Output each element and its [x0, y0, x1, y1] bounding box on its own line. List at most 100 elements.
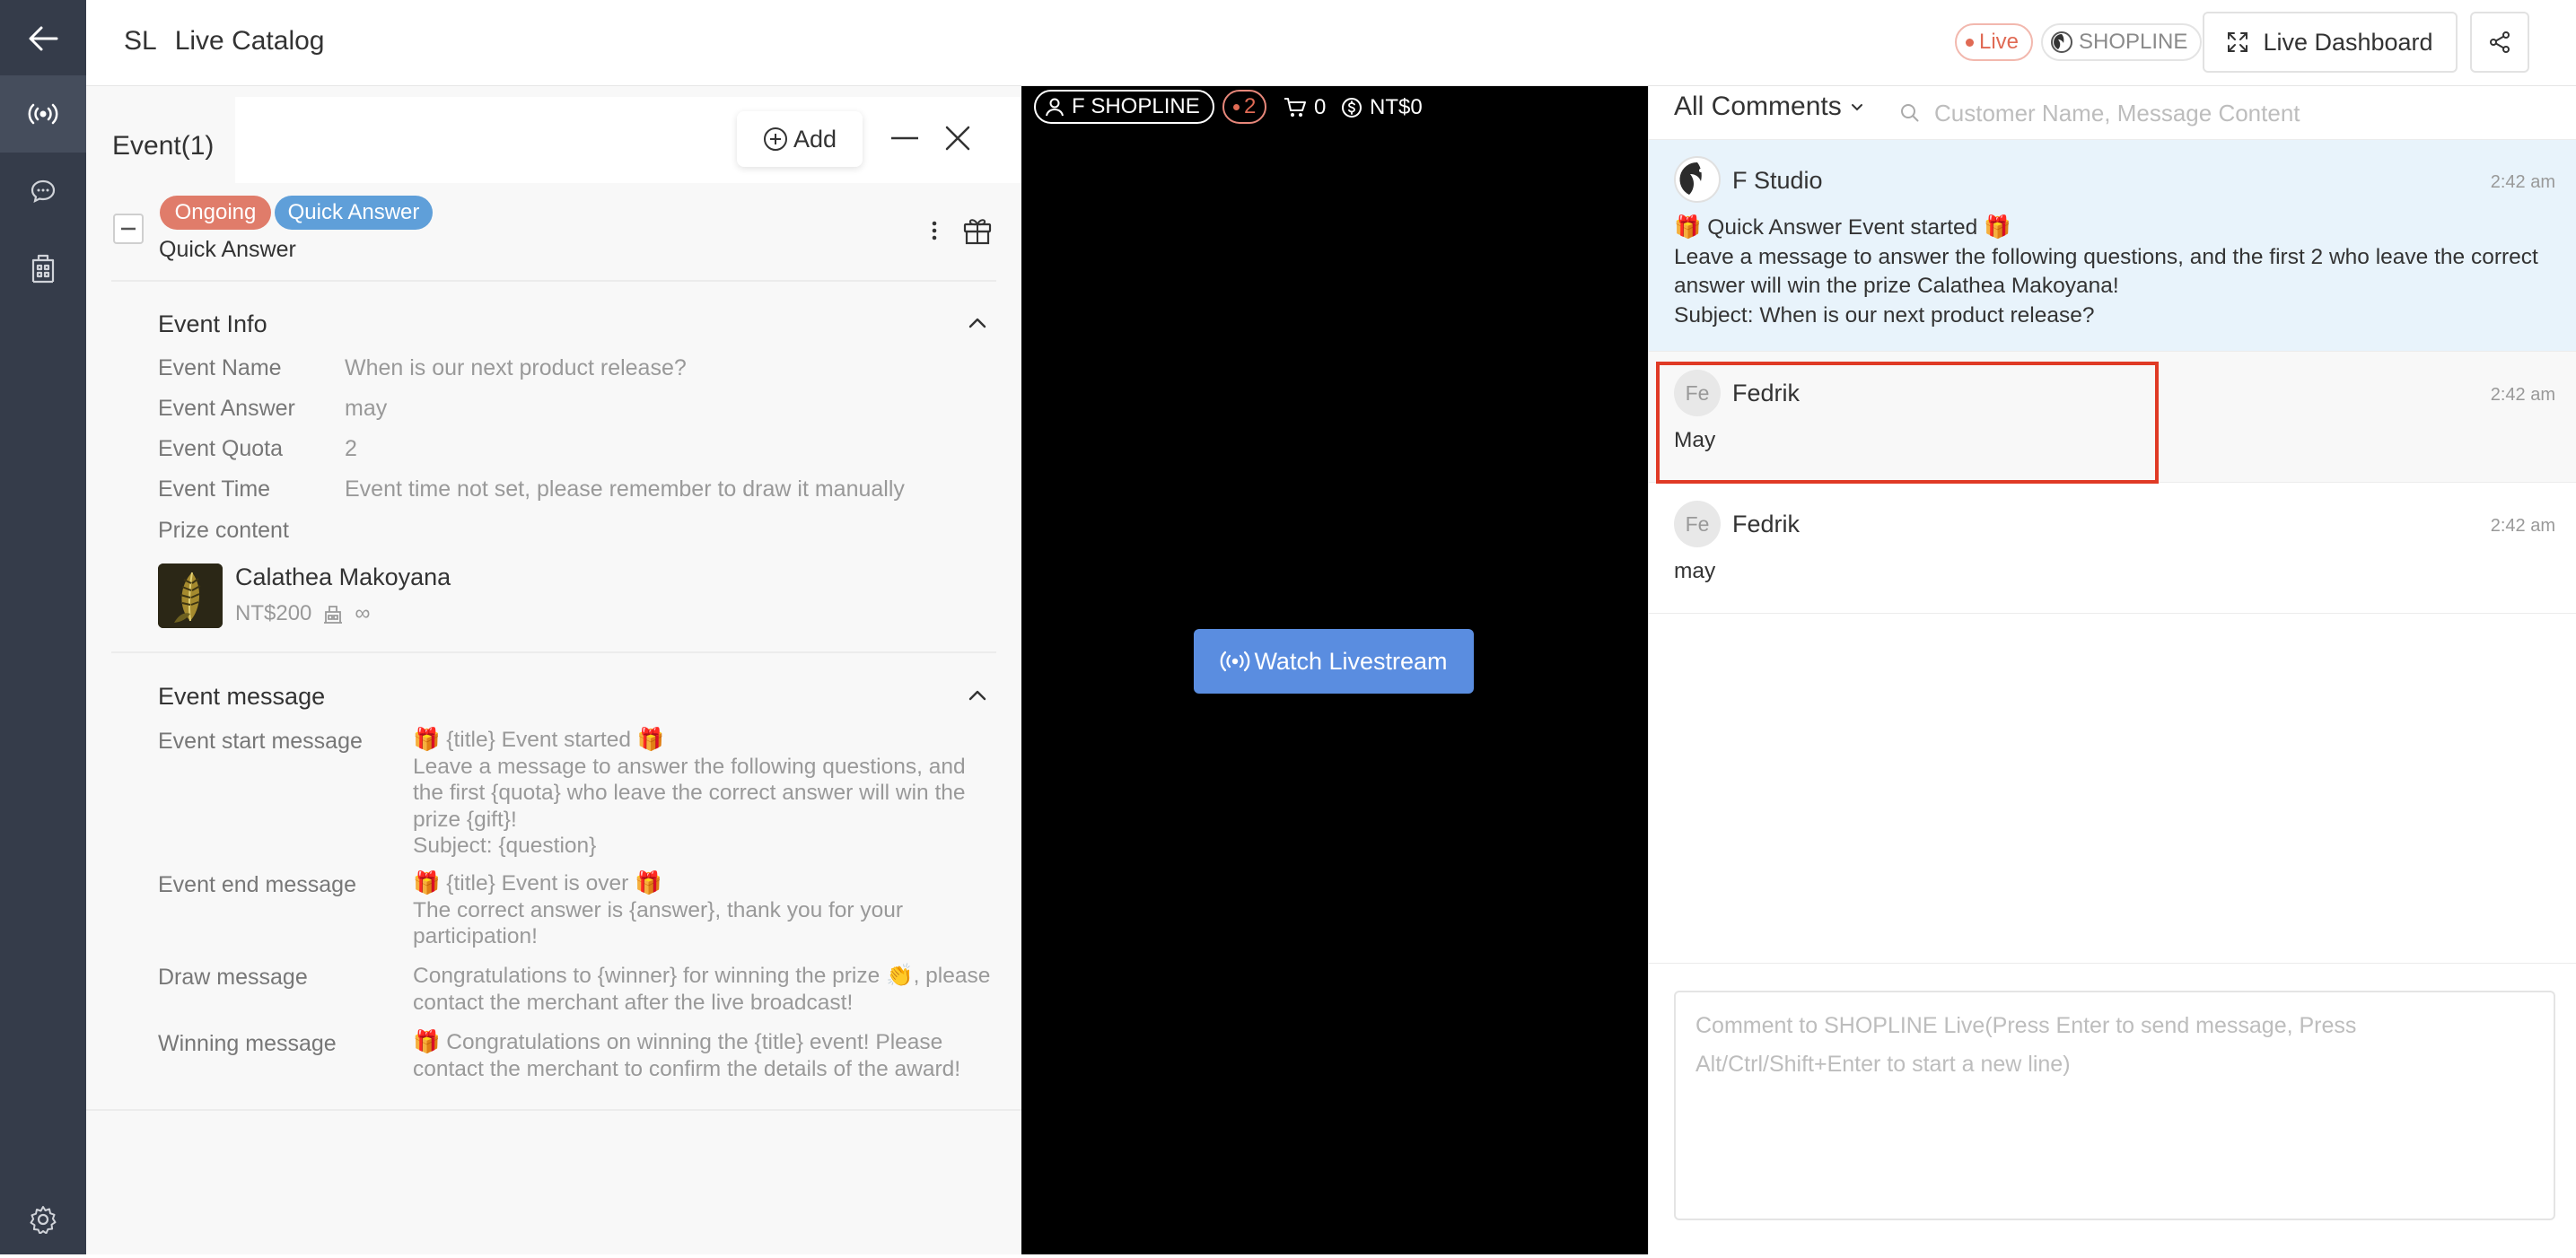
nav-chat-button[interactable]: [0, 153, 86, 230]
live-dot: [1966, 38, 1974, 47]
field-value: 2: [345, 436, 357, 461]
field-label: Event Time: [158, 476, 271, 502]
message-text: 🎁 {title} Event is over 🎁 The correct an…: [413, 871, 904, 948]
prize-content-label: Prize content: [158, 518, 289, 543]
share-icon: [2490, 31, 2510, 53]
avatar: Fe: [1674, 370, 1721, 416]
share-button[interactable]: [2470, 12, 2529, 73]
message-label: Event end message: [158, 872, 356, 897]
chat-icon: [31, 179, 56, 204]
divider: [86, 1109, 1021, 1111]
user-icon: [1046, 98, 1064, 117]
search-placeholder: Customer Name, Message Content: [1934, 99, 2300, 127]
message-text: Congratulations to {winner} for winning …: [413, 964, 991, 1015]
fullscreen-icon: [2228, 32, 2248, 52]
dollar-circle-icon: [1342, 98, 1362, 118]
comment-item: Fe Fedrik 2:42 am May: [1649, 352, 2576, 483]
app-code: SL: [124, 26, 157, 56]
event-panel: Event(1) Add Ongoing Quick Answer Quick …: [86, 86, 1021, 1254]
warehouse-icon: [324, 606, 343, 624]
comment-time: 2:42 am: [2490, 172, 2555, 192]
nav-rail: [0, 0, 86, 1254]
collapse-event-toggle[interactable]: [113, 214, 144, 244]
message-label: Event start message: [158, 729, 363, 754]
draw-prize-button[interactable]: [962, 215, 993, 246]
nav-live-button[interactable]: [0, 75, 86, 153]
live-label: Live: [1979, 30, 2020, 54]
live-dashboard-label: Live Dashboard: [2263, 28, 2433, 56]
comment-author[interactable]: Fedrik: [1732, 380, 1800, 407]
close-icon: [945, 126, 970, 151]
comment-message: May: [1674, 428, 1716, 452]
message-text: 🎁 Congratulations on winning the {title}…: [413, 1030, 961, 1081]
add-event-button[interactable]: Add: [737, 111, 863, 167]
host-name: F SHOPLINE: [1072, 94, 1200, 118]
message-label: Draw message: [158, 965, 308, 990]
viewer-count-badge: 2: [1222, 90, 1267, 124]
event-panel-header: Event(1) Add: [86, 86, 1021, 183]
event-type-name: Quick Answer: [159, 237, 296, 262]
chevron-down-icon: [1851, 103, 1862, 110]
comment-filter-label: All Comments: [1674, 92, 1842, 121]
shopline-logo-icon: [1678, 161, 1716, 198]
prize-stock: ∞: [355, 601, 371, 625]
host-badge: F SHOPLINE: [1034, 90, 1214, 124]
more-options-button[interactable]: [928, 217, 941, 244]
field-label: Event Quota: [158, 436, 283, 461]
avatar: [1674, 156, 1721, 203]
comment-author[interactable]: Fedrik: [1732, 511, 1800, 538]
event-message-title: Event message: [158, 683, 326, 710]
avatar: Fe: [1674, 501, 1721, 547]
live-status-badge: Live: [1955, 23, 2034, 61]
chevron-up-icon: [968, 318, 986, 328]
comment-input[interactable]: Comment to SHOPLINE Live(Press Enter to …: [1674, 991, 2555, 1220]
settings-button[interactable]: [0, 1181, 86, 1258]
minus-icon: [891, 136, 918, 140]
back-button[interactable]: [0, 0, 86, 77]
collapse-event-message-button[interactable]: [968, 689, 987, 702]
comment-time: 2:42 am: [2490, 385, 2555, 405]
field-value: may: [345, 396, 388, 421]
cart-count-stat: 0: [1284, 95, 1326, 120]
field-label: Event Name: [158, 355, 282, 380]
status-badge: Ongoing: [160, 196, 271, 230]
search-icon: [1901, 104, 1919, 122]
watch-livestream-button[interactable]: Watch Livestream: [1194, 629, 1474, 694]
sales-amount-stat: NT$0: [1341, 95, 1423, 120]
prize-name: Calathea Makoyana: [235, 563, 451, 590]
broadcast-icon: [1221, 651, 1250, 672]
message-label: Winning message: [158, 1031, 337, 1056]
livestream-video: F SHOPLINE 2 0 NT$0 Watch Livestream: [1021, 86, 1648, 1254]
chevron-up-icon: [968, 690, 986, 701]
app-title: Live Catalog: [174, 26, 325, 56]
comment-author[interactable]: F Studio: [1732, 167, 1823, 195]
store-icon: [31, 254, 55, 284]
brand-label: SHOPLINE: [2079, 30, 2188, 54]
comment-message: 🎁 Quick Answer Event started 🎁 Leave a m…: [1674, 215, 2538, 328]
nav-store-button[interactable]: [0, 230, 86, 307]
plus-circle-icon: [763, 127, 787, 151]
broadcast-icon: [28, 103, 58, 125]
divider: [111, 651, 996, 653]
arrow-left-icon: [29, 26, 58, 51]
brand-badge: SHOPLINE: [2041, 23, 2203, 61]
gift-icon: [963, 219, 992, 245]
comment-search-input[interactable]: Customer Name, Message Content: [1900, 95, 2564, 131]
divider: [111, 280, 996, 282]
live-dashboard-button[interactable]: Live Dashboard: [2203, 12, 2458, 73]
comment-message: may: [1674, 559, 1716, 583]
minimize-button[interactable]: [890, 124, 919, 153]
comment-filter-dropdown[interactable]: All Comments: [1674, 92, 1863, 122]
field-label: Event Answer: [158, 396, 295, 421]
event-info-title: Event Info: [158, 310, 267, 337]
plant-icon: [158, 563, 223, 628]
comment-time: 2:42 am: [2490, 516, 2555, 536]
tab-events[interactable]: Event(1): [86, 93, 235, 183]
event-type-badge: Quick Answer: [275, 196, 433, 230]
cart-count: 0: [1314, 95, 1327, 119]
sales-amount: NT$0: [1370, 95, 1423, 119]
close-button[interactable]: [943, 124, 972, 153]
collapse-event-info-button[interactable]: [968, 317, 987, 329]
divider: [1649, 963, 2576, 964]
comment-item: Fe Fedrik 2:42 am may: [1649, 483, 2576, 614]
